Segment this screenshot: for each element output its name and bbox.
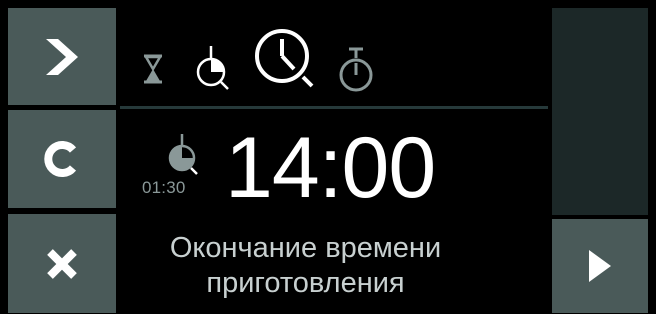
oven-display: 01:30 14:00 Окончание времени приготовле… — [0, 0, 656, 314]
close-button[interactable] — [8, 214, 116, 313]
cooking-duration: 01:30 — [142, 178, 186, 197]
play-icon — [589, 250, 611, 282]
start-button[interactable] — [552, 219, 648, 313]
caption-line-1: Окончание времени — [169, 232, 442, 264]
next-button[interactable] — [8, 8, 116, 105]
chevron-right-icon — [46, 38, 78, 75]
time-display-panel: 01:30 14:00 Окончание времени приготовле… — [120, 109, 548, 314]
clock-end-icon[interactable] — [252, 26, 322, 96]
clock-start-icon[interactable] — [193, 44, 233, 94]
clear-button[interactable] — [8, 110, 116, 208]
clock-end-small-icon — [168, 134, 198, 175]
x-icon — [47, 248, 77, 279]
right-panel — [552, 8, 648, 215]
mode-icon-bar — [120, 8, 548, 106]
hourglass-icon[interactable] — [142, 53, 164, 85]
caption-line-2: приготовления — [206, 267, 405, 299]
stopwatch-icon[interactable] — [337, 45, 375, 97]
end-time-value[interactable]: 14:00 — [225, 118, 436, 218]
letter-c-icon — [44, 141, 77, 177]
end-time-caption: Окончание времени приготовления — [120, 231, 491, 301]
